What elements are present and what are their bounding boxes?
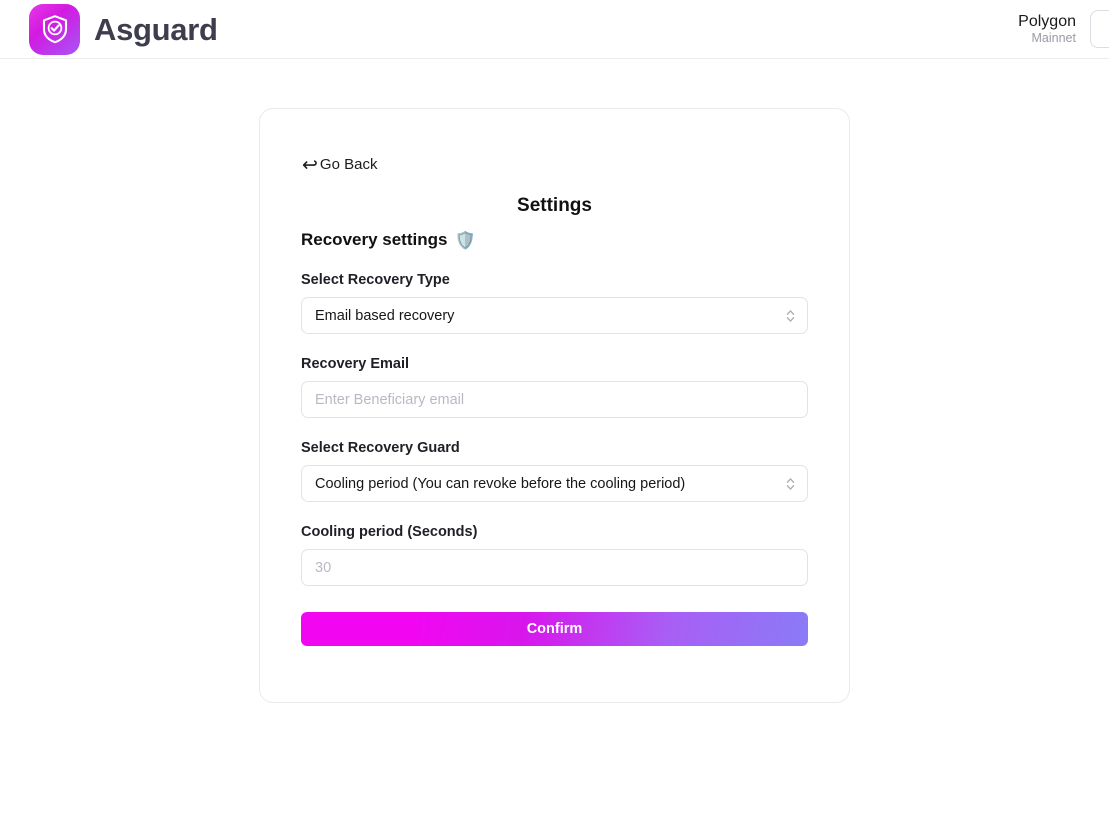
section-title: Recovery settings 🛡️ <box>301 230 808 250</box>
field-recovery-email: Recovery Email Enter Beneficiary email <box>301 356 808 418</box>
network-environment: Mainnet <box>1031 31 1076 46</box>
page-body: ↩ Go Back Settings Recovery settings 🛡️ … <box>0 59 1109 703</box>
field-recovery-type: Select Recovery Type Email based recover… <box>301 272 808 334</box>
app-header: Asguard Polygon Mainnet <box>0 0 1109 59</box>
shield-emoji-icon: 🛡️ <box>454 230 476 250</box>
field-cooling-period: Cooling period (Seconds) 30 <box>301 524 808 586</box>
go-back-label: Go Back <box>319 156 378 173</box>
field-label-recovery-type: Select Recovery Type <box>301 272 450 288</box>
field-label-cooling-period: Cooling period (Seconds) <box>301 524 478 540</box>
brand[interactable]: Asguard <box>29 3 218 55</box>
field-label-recovery-email: Recovery Email <box>301 356 410 372</box>
recovery-guard-select-wrap: Cooling period (You can revoke before th… <box>301 465 808 502</box>
header-right: Polygon Mainnet <box>1018 10 1109 48</box>
recovery-type-select-wrap: Email based recovery <box>301 297 808 334</box>
cooling-period-input[interactable]: 30 <box>301 549 808 586</box>
back-arrow-icon: ↩ <box>302 155 318 176</box>
page-title: Settings <box>517 195 592 216</box>
confirm-button[interactable]: Confirm <box>301 612 808 646</box>
shield-check-icon <box>29 3 80 55</box>
go-back-button[interactable]: ↩ Go Back <box>302 155 378 176</box>
account-chip[interactable] <box>1090 10 1109 48</box>
section-title-label: Recovery settings <box>301 230 448 249</box>
field-label-recovery-guard: Select Recovery Guard <box>301 440 460 456</box>
settings-card: ↩ Go Back Settings Recovery settings 🛡️ … <box>259 108 850 703</box>
recovery-email-input[interactable]: Enter Beneficiary email <box>301 381 808 418</box>
network-name: Polygon <box>1018 12 1076 30</box>
field-recovery-guard: Select Recovery Guard Cooling period (Yo… <box>301 440 808 502</box>
brand-name: Asguard <box>94 11 218 47</box>
network-selector[interactable]: Polygon Mainnet <box>1018 12 1076 47</box>
recovery-type-select[interactable]: Email based recovery <box>301 297 808 334</box>
recovery-guard-select[interactable]: Cooling period (You can revoke before th… <box>301 465 808 502</box>
